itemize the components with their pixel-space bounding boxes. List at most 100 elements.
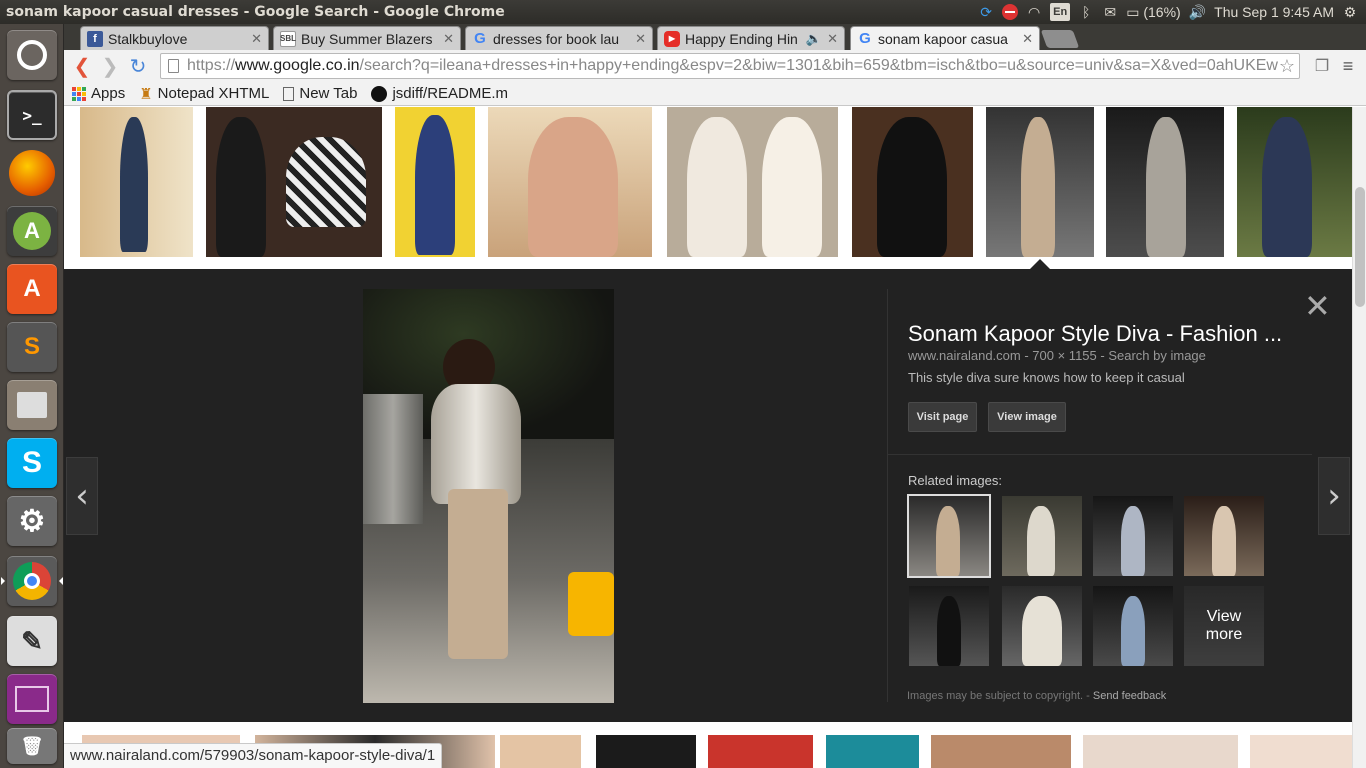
preview-title[interactable]: Sonam Kapoor Style Diva - Fashion ...	[908, 321, 1294, 347]
bookmark-label: Apps	[91, 85, 126, 102]
clock[interactable]: Thu Sep 1 9:45 AM	[1214, 3, 1334, 21]
close-icon[interactable]: ✕	[635, 31, 646, 47]
bluetooth-icon[interactable]: ᛒ	[1078, 3, 1094, 21]
close-icon[interactable]: ✕	[1022, 31, 1033, 47]
tab-stalkbuylove[interactable]: f Stalkbuylove ✕	[80, 26, 269, 50]
result-thumbnail[interactable]	[667, 107, 838, 257]
launcher-chrome[interactable]	[7, 556, 57, 606]
previous-image-button[interactable]: ‹	[66, 457, 98, 535]
launcher-software-center[interactable]: A	[7, 264, 57, 314]
dropbox-icon[interactable]: ⟳	[978, 3, 994, 21]
launcher-terminal[interactable]: >_	[7, 90, 57, 140]
result-thumbnail[interactable]	[986, 107, 1094, 257]
launcher-text-editor[interactable]: ✎	[7, 616, 57, 666]
launcher-android-studio[interactable]: A	[7, 206, 57, 256]
related-image[interactable]	[907, 494, 991, 578]
view-image-button[interactable]: View image	[988, 402, 1066, 432]
android-icon: A	[13, 212, 51, 250]
battery-indicator[interactable]: ▭ (16%)	[1126, 3, 1180, 21]
result-thumbnail[interactable]	[395, 107, 475, 257]
related-image[interactable]	[1002, 496, 1082, 576]
close-preview-button[interactable]: ✕	[1304, 287, 1331, 325]
scrollbar-thumb[interactable]	[1355, 187, 1365, 307]
reload-button[interactable]: ↻	[124, 52, 152, 80]
bookmark-notepad-xhtml[interactable]: ♜ Notepad XHTML	[139, 85, 269, 103]
result-thumbnail[interactable]	[1250, 735, 1352, 768]
visit-page-button[interactable]: Visit page	[908, 402, 977, 432]
preview-description: This style diva sure knows how to keep i…	[908, 370, 1185, 385]
related-image[interactable]	[1184, 496, 1264, 576]
close-icon[interactable]: ✕	[443, 31, 454, 47]
result-thumbnail[interactable]	[1083, 735, 1238, 768]
workspace-icon	[15, 686, 49, 712]
extension-button[interactable]: ❐	[1308, 52, 1336, 80]
preview-image[interactable]	[363, 289, 614, 703]
result-thumbnail[interactable]	[80, 107, 193, 257]
new-tab-button[interactable]	[1040, 30, 1080, 48]
power-gear-icon[interactable]: ⚙	[1342, 3, 1358, 21]
result-thumbnail[interactable]	[206, 107, 382, 257]
tab-dresses-book-launch[interactable]: G dresses for book lau ✕	[465, 26, 653, 50]
google-icon: G	[474, 30, 486, 47]
result-thumbnail[interactable]	[826, 735, 919, 768]
page-info-icon[interactable]	[168, 59, 179, 73]
page-scrollbar[interactable]	[1352, 107, 1366, 768]
bookmark-jsdiff[interactable]: jsdiff/README.m	[371, 85, 508, 102]
keyboard-layout-indicator[interactable]: En	[1050, 3, 1071, 21]
chrome-running-indicator	[1, 577, 5, 585]
tab-label: dresses for book lau	[493, 30, 620, 47]
launcher-workspace-switcher[interactable]	[7, 674, 57, 724]
apps-grid-icon	[72, 86, 86, 101]
tab-label: Stalkbuylove	[108, 30, 188, 47]
launcher-sublime-text[interactable]: S	[7, 322, 57, 372]
search-by-image-link[interactable]: Search by image	[1108, 348, 1206, 363]
send-feedback-link[interactable]: Send feedback	[1093, 690, 1166, 702]
launcher-ubuntu-dash[interactable]	[7, 30, 57, 80]
wifi-icon[interactable]: ◠	[1026, 3, 1042, 21]
result-thumbnail[interactable]	[488, 107, 652, 257]
forward-button[interactable]: ❯	[96, 52, 124, 80]
related-image[interactable]	[1093, 496, 1173, 576]
bookmarks-bar: Apps ♜ Notepad XHTML New Tab jsdiff/READ…	[64, 82, 1366, 106]
bookmark-star-icon[interactable]: ☆	[1279, 56, 1295, 77]
launcher-skype[interactable]: S	[7, 438, 57, 488]
source-domain: www.nairaland.com	[908, 348, 1021, 363]
result-thumbnail[interactable]	[931, 735, 1071, 768]
launcher-system-settings[interactable]: ⚙	[7, 496, 57, 546]
chrome-menu-button[interactable]: ≡	[1334, 52, 1362, 80]
link-status-bubble: www.nairaland.com/579903/sonam-kapoor-st…	[64, 743, 443, 768]
next-image-button[interactable]: ›	[1318, 457, 1350, 535]
view-more-related[interactable]: View more	[1184, 586, 1264, 666]
volume-icon[interactable]: 🔊	[1189, 3, 1206, 21]
speaker-icon[interactable]: 🔈	[806, 31, 822, 47]
result-thumbnail[interactable]	[1237, 107, 1352, 257]
close-icon[interactable]: ✕	[827, 31, 838, 47]
sbl-icon: SBL	[280, 30, 296, 47]
close-icon[interactable]: ✕	[251, 31, 262, 47]
bookmark-apps[interactable]: Apps	[72, 85, 125, 102]
result-thumbnail[interactable]	[596, 735, 696, 768]
tab-summer-blazers[interactable]: SBL Buy Summer Blazers ✕	[273, 26, 461, 50]
related-image[interactable]	[1002, 586, 1082, 666]
mail-icon[interactable]: ✉	[1102, 3, 1118, 21]
launcher-firefox[interactable]	[7, 148, 57, 198]
result-thumbnail[interactable]	[708, 735, 813, 768]
tab-sonam-kapoor[interactable]: G sonam kapoor casua ✕	[850, 26, 1040, 50]
result-thumbnail[interactable]	[852, 107, 973, 257]
chrome-focused-indicator	[59, 577, 63, 585]
result-thumbnail[interactable]	[500, 735, 581, 768]
firefox-icon	[9, 150, 55, 196]
browser-toolbar: ❮ ❯ ↻ https://www.google.co.in/search?q=…	[64, 50, 1366, 82]
close-icon: ✕	[1304, 287, 1331, 325]
result-thumbnail[interactable]	[1106, 107, 1224, 257]
back-button[interactable]: ❮	[68, 52, 96, 80]
tab-happy-ending[interactable]: ▶ Happy Ending Hin 🔈 ✕	[657, 26, 845, 50]
address-bar[interactable]: https://www.google.co.in/search?q=ileana…	[160, 53, 1300, 79]
do-not-disturb-icon[interactable]	[1002, 3, 1019, 21]
bookmark-new-tab[interactable]: New Tab	[283, 85, 357, 102]
reload-icon: ↻	[129, 55, 147, 78]
launcher-file-archive[interactable]	[7, 380, 57, 430]
related-image[interactable]	[1093, 586, 1173, 666]
related-image[interactable]	[909, 586, 989, 666]
launcher-trash[interactable]: 🗑	[7, 728, 57, 764]
